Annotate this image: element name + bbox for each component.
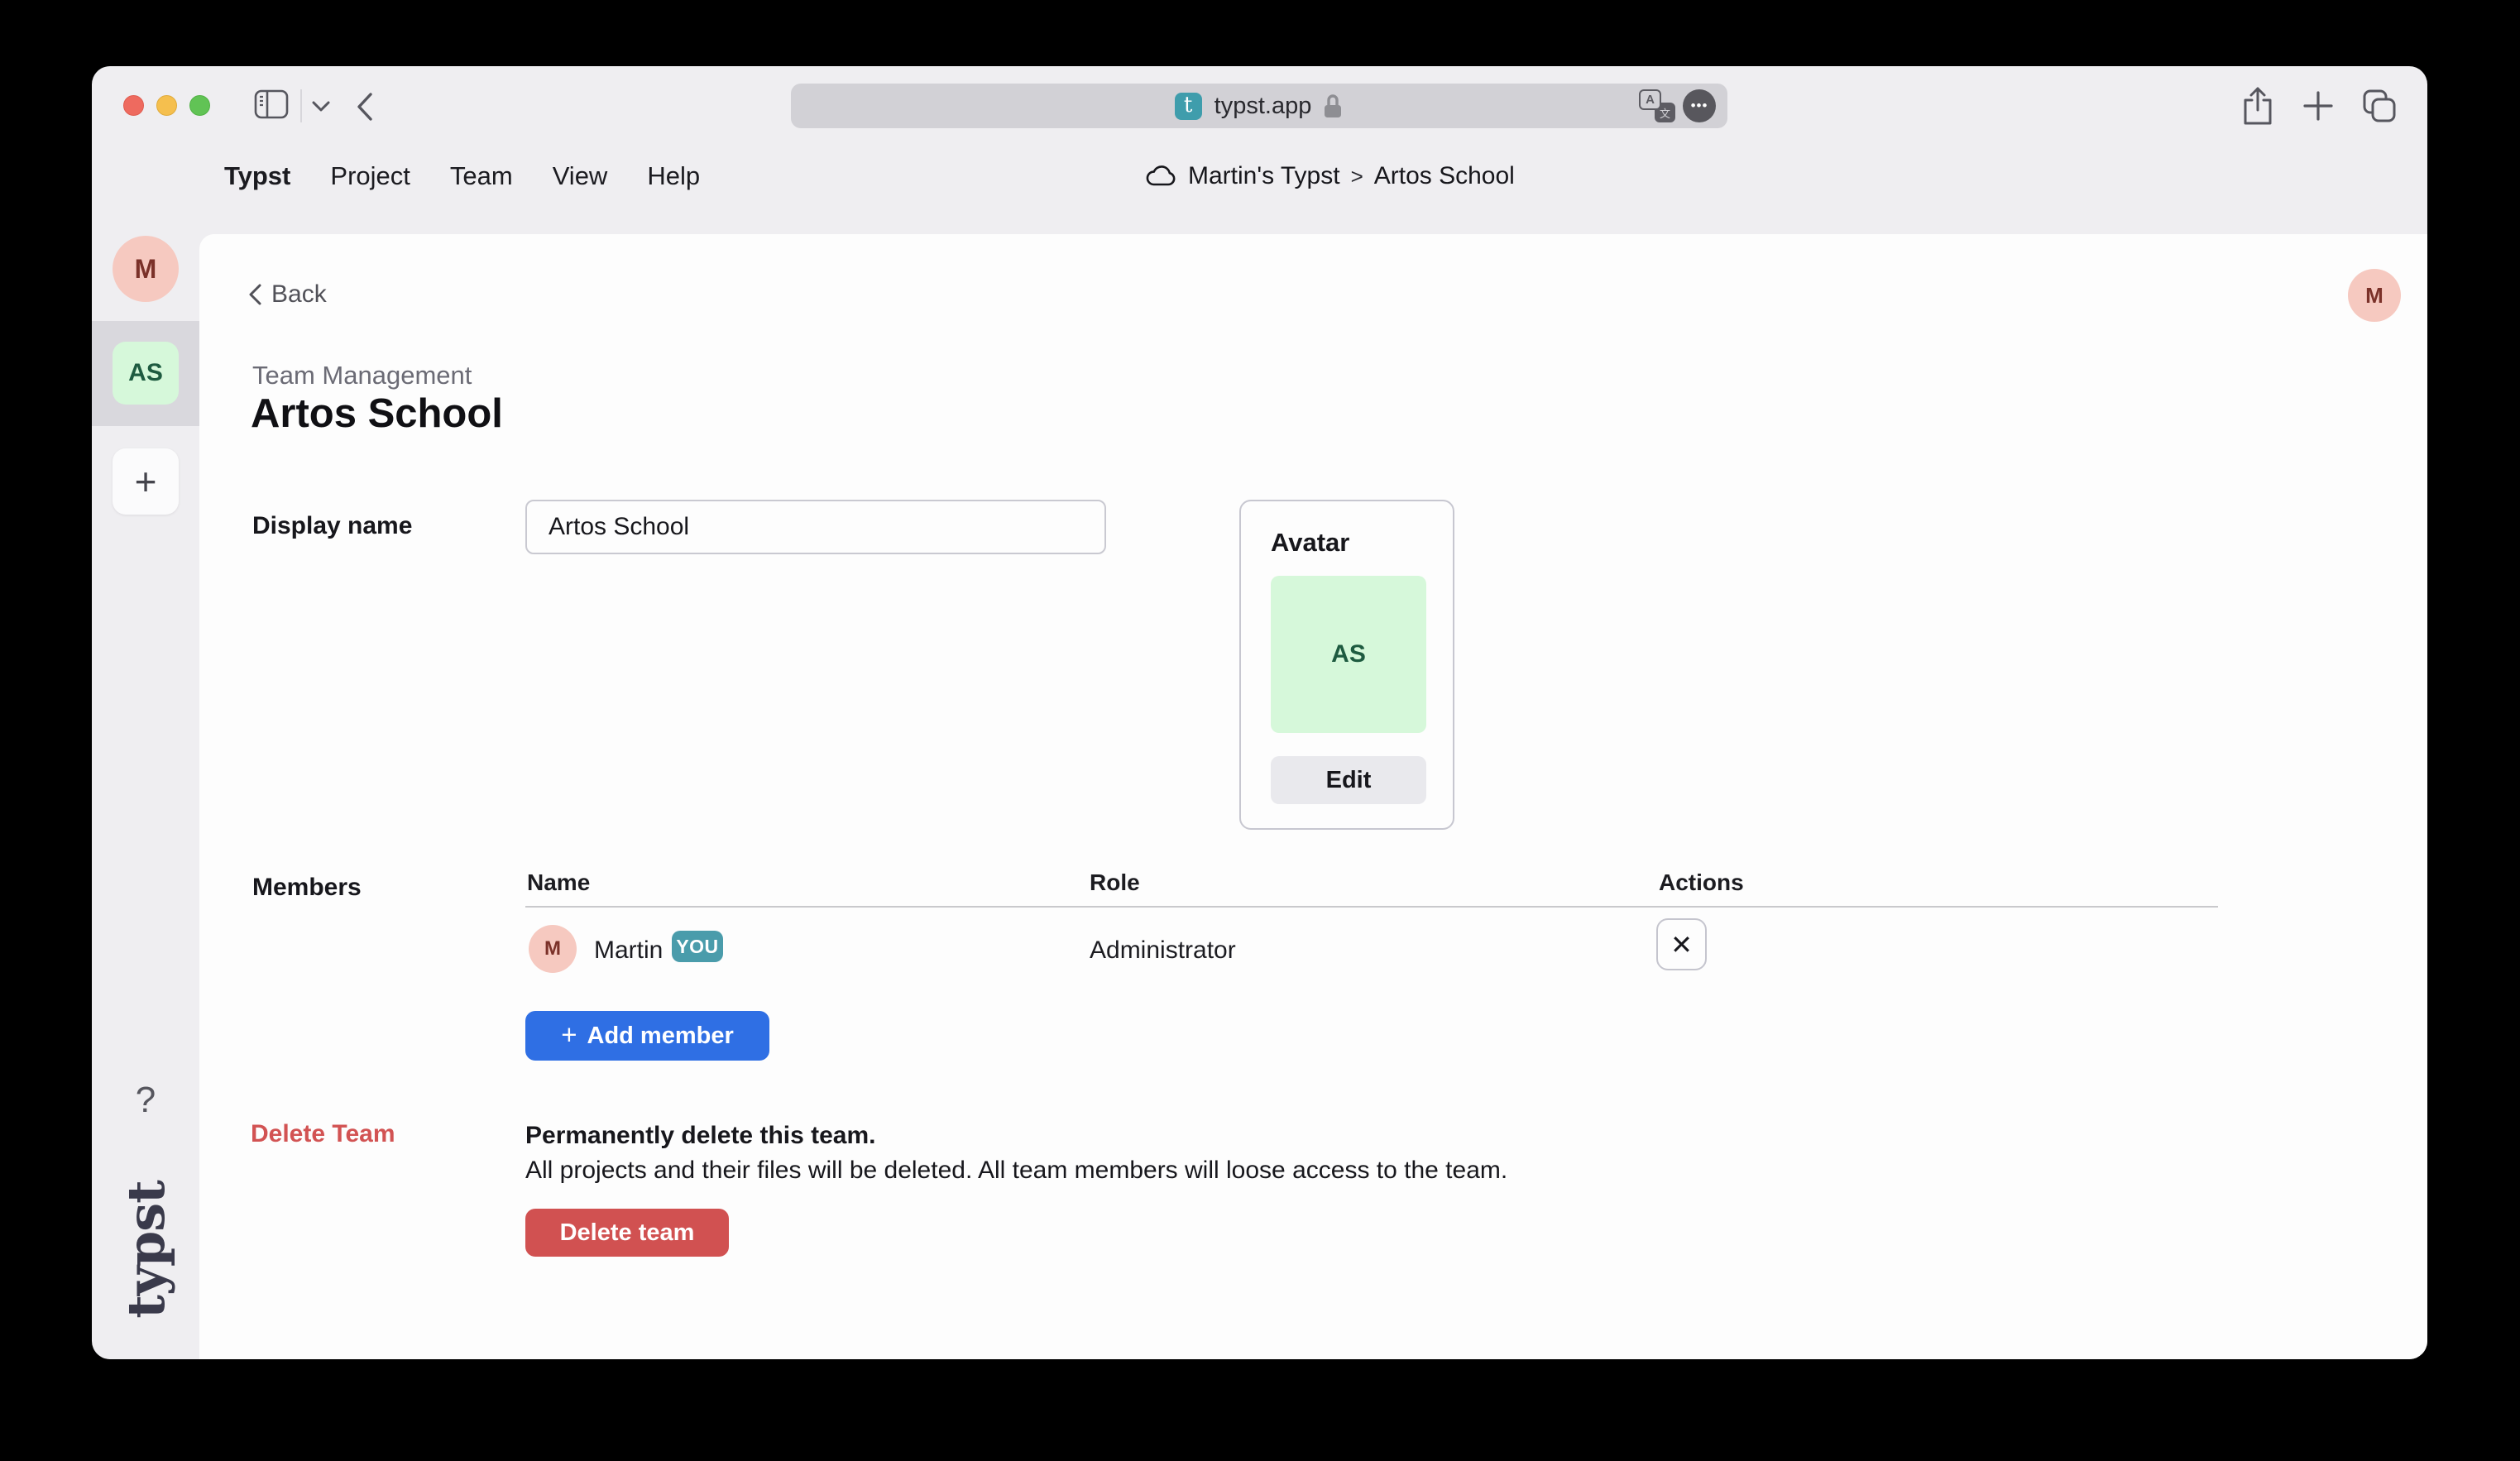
breadcrumb-separator: > — [1351, 164, 1363, 189]
breadcrumb-team[interactable]: Martin's Typst — [1188, 162, 1340, 190]
help-icon[interactable]: ? — [92, 1080, 199, 1121]
browser-back-button[interactable] — [357, 93, 373, 121]
translate-icon-primary: A — [1639, 89, 1661, 110]
display-name-input[interactable] — [525, 500, 1106, 554]
add-member-label: Add member — [587, 1023, 734, 1050]
site-favicon: t — [1175, 93, 1202, 120]
sidebar-toggle-icon[interactable] — [254, 89, 289, 119]
menu-project[interactable]: Project — [330, 161, 410, 191]
minimize-window-button[interactable] — [156, 95, 177, 116]
typst-logo-wrap: typst — [92, 1179, 199, 1320]
close-window-button[interactable] — [123, 95, 144, 116]
tab-overview-icon[interactable] — [2362, 89, 2397, 123]
sidebar-user-avatar[interactable]: M — [113, 236, 179, 302]
account-avatar[interactable]: M — [2348, 269, 2401, 322]
avatar-card: Avatar AS Edit — [1239, 500, 1454, 830]
url-host-text: typst.app — [1214, 93, 1312, 120]
app-menubar: Typst Project Team View Help Martin's Ty… — [92, 145, 2427, 234]
menu-typst[interactable]: Typst — [224, 161, 290, 191]
typst-logo: typst — [116, 1181, 176, 1319]
share-icon[interactable] — [2241, 86, 2274, 126]
column-header-actions: Actions — [1659, 869, 1744, 896]
translate-icon[interactable]: 文 A — [1639, 89, 1675, 122]
members-label: Members — [252, 874, 362, 902]
section-label: Team Management — [252, 361, 472, 390]
breadcrumb: Martin's Typst > Artos School — [1146, 145, 1515, 208]
delete-warning-body: All projects and their files will be del… — [525, 1153, 1507, 1188]
back-link[interactable]: Back — [249, 280, 327, 309]
team-avatar-preview: AS — [1271, 576, 1426, 733]
column-header-role: Role — [1090, 869, 1140, 896]
you-badge: YOU — [672, 931, 723, 962]
toolbar-divider — [300, 89, 302, 122]
titlebar-right-actions — [2241, 66, 2397, 145]
close-icon: ✕ — [1670, 929, 1693, 960]
traffic-lights — [123, 66, 210, 145]
zoom-window-button[interactable] — [189, 95, 210, 116]
breadcrumb-page: Artos School — [1374, 162, 1515, 190]
remove-member-button[interactable]: ✕ — [1656, 918, 1707, 970]
browser-window: t typst.app 文 A ••• — [92, 66, 2427, 1359]
table-divider — [525, 906, 2218, 908]
app-body: M AS + ? typst Back M Team Management Ar… — [92, 234, 2427, 1359]
sidebar-add-team-button[interactable]: + — [113, 448, 179, 515]
sidebar-team-avatar[interactable]: AS — [113, 342, 179, 405]
plus-icon: + — [561, 1019, 577, 1051]
lock-icon — [1322, 93, 1344, 120]
more-options-icon[interactable]: ••• — [1683, 89, 1716, 122]
delete-team-warning: Permanently delete this team. All projec… — [525, 1119, 1507, 1188]
delete-warning-title: Permanently delete this team. — [525, 1119, 1507, 1153]
member-name: Martin — [594, 936, 663, 965]
avatar-card-title: Avatar — [1271, 528, 1349, 558]
column-header-name: Name — [527, 869, 590, 896]
address-bar[interactable]: t typst.app 文 A ••• — [791, 84, 1727, 128]
edit-avatar-button[interactable]: Edit — [1271, 756, 1426, 804]
delete-team-button[interactable]: Delete team — [525, 1209, 729, 1257]
menu-team[interactable]: Team — [450, 161, 513, 191]
display-name-label: Display name — [252, 512, 412, 540]
page-title: Artos School — [251, 390, 503, 437]
app-menus: Typst Project Team View Help — [224, 145, 700, 208]
browser-titlebar: t typst.app 文 A ••• — [92, 66, 2427, 145]
add-member-button[interactable]: + Add member — [525, 1011, 769, 1061]
member-role: Administrator — [1090, 936, 1236, 965]
menu-view[interactable]: View — [553, 161, 608, 191]
menu-help[interactable]: Help — [647, 161, 700, 191]
cloud-icon — [1146, 165, 1177, 187]
address-bar-trailing-icons: 文 A ••• — [1639, 84, 1716, 128]
new-tab-icon[interactable] — [2302, 90, 2334, 122]
workspace-sidebar: M AS + ? typst — [92, 234, 199, 1359]
main-content: Back M Team Management Artos School Disp… — [199, 234, 2427, 1359]
chevron-down-icon[interactable] — [312, 101, 330, 112]
delete-team-label: Delete Team — [251, 1120, 395, 1148]
member-avatar: M — [529, 925, 577, 973]
back-chevron-icon — [249, 284, 261, 305]
back-link-label: Back — [271, 280, 327, 309]
